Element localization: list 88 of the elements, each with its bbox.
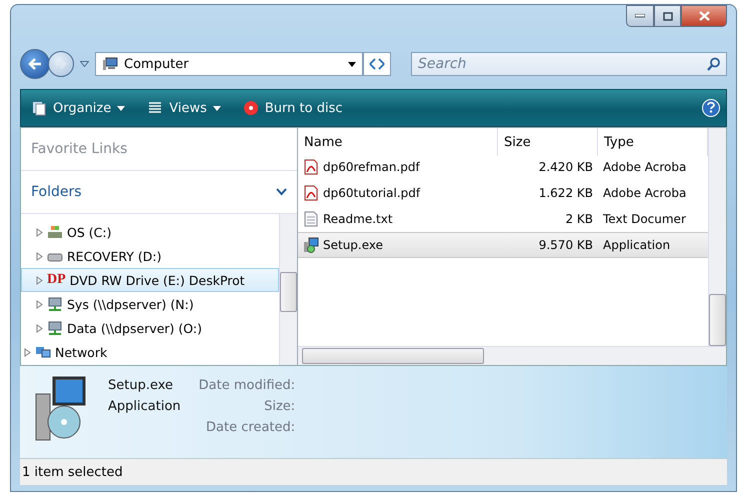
- network-drive-icon: [47, 296, 63, 312]
- address-bar[interactable]: Computer: [95, 52, 363, 76]
- expand-arrow-icon: [24, 348, 31, 356]
- folder-tree-item[interactable]: Data (\\dpserver) (O:): [21, 316, 279, 340]
- refresh-arrows-icon: [369, 58, 385, 70]
- file-size-cell-text: 1.622 KB: [538, 185, 594, 202]
- pdf-file-icon: [303, 185, 319, 201]
- close-button[interactable]: [681, 5, 727, 27]
- network-drive-icon: [47, 320, 63, 336]
- toolbar-button[interactable]: Burn to disc: [238, 98, 346, 118]
- folder-tree-item[interactable]: Sys (\\dpserver) (N:): [21, 292, 279, 316]
- file-name-cell[interactable]: dp60tutorial.pdf: [298, 180, 498, 206]
- expand-arrow-icon: [36, 252, 43, 260]
- file-size-cell-text: 2.420 KB: [538, 159, 594, 176]
- file-size-cell-text: 2 KB: [564, 211, 594, 228]
- folder-label: Data (\\dpserver) (O:): [67, 320, 202, 336]
- forward-arrow-icon: [55, 59, 67, 69]
- property-label: Size:: [264, 399, 296, 414]
- vertical-scrollbar[interactable]: [708, 128, 726, 346]
- minimize-icon: [635, 14, 645, 18]
- search-icon: [707, 57, 721, 71]
- pdf-file-icon: [303, 159, 319, 175]
- file-size-cell: 9.570 KB: [498, 232, 598, 258]
- folder-label: Network: [55, 344, 108, 360]
- file-type-cell-text: Adobe Acroba: [602, 159, 688, 176]
- minimize-button[interactable]: [626, 5, 654, 27]
- caret-icon: [348, 62, 356, 66]
- folder-label: OS (C:): [67, 224, 112, 240]
- back-arrow-icon: [27, 57, 43, 71]
- column-header[interactable]: Name: [298, 128, 498, 156]
- expand-arrow-icon: [36, 300, 43, 308]
- back-button[interactable]: [20, 49, 50, 79]
- file-name-cell[interactable]: Readme.txt: [298, 206, 498, 232]
- drive-icon: [47, 224, 63, 240]
- property-label: Date created:: [206, 420, 296, 435]
- expand-arrow-icon: [36, 276, 43, 284]
- property-label: Date modified:: [198, 378, 296, 393]
- list-view-icon: [147, 100, 164, 116]
- file-type-cell-text: Adobe Acroba: [602, 185, 688, 202]
- pages-icon: [31, 100, 47, 116]
- file-type: Application: [108, 399, 181, 414]
- caret-icon: [212, 106, 221, 110]
- folder-tree-item[interactable]: OS (C:): [21, 220, 279, 244]
- file-name-cell[interactable]: dp60refman.pdf: [298, 154, 498, 180]
- maximize-icon: [662, 12, 672, 20]
- refresh-button[interactable]: [363, 52, 391, 76]
- file-name: Readme.txt: [323, 212, 393, 226]
- chevron-down-icon: [276, 188, 287, 196]
- dp-logo: DP: [47, 272, 66, 288]
- network-icon: [35, 344, 51, 360]
- toolbar-button[interactable]: Views: [143, 98, 225, 118]
- maximize-button[interactable]: [654, 5, 681, 27]
- file-name-cell[interactable]: Setup.exe: [298, 232, 498, 258]
- vertical-scrollbar[interactable]: [279, 214, 297, 365]
- file-type-cell: Application: [598, 232, 708, 258]
- help-icon: [706, 100, 716, 112]
- text-file-icon: [303, 211, 319, 227]
- folder-label: RECOVERY (D:): [67, 248, 162, 264]
- expand-arrow-icon: [36, 228, 43, 236]
- folder-label: Sys (\\dpserver) (N:): [67, 296, 194, 312]
- scroll-thumb[interactable]: [280, 272, 297, 312]
- file-name: Setup.exe: [108, 378, 174, 393]
- computer-icon: [102, 56, 118, 72]
- folder-tree-item[interactable]: RECOVERY (D:): [21, 244, 279, 268]
- installer-icon: [303, 237, 319, 253]
- disc-icon: [242, 100, 259, 116]
- forward-button[interactable]: [48, 51, 74, 77]
- column-header[interactable]: Size: [498, 128, 598, 156]
- status-text: 1 item selected: [22, 464, 123, 480]
- address-text: Computer: [124, 56, 190, 72]
- search-field[interactable]: Search: [411, 52, 727, 76]
- file-name: dp60refman.pdf: [323, 160, 420, 174]
- folder-tree-item[interactable]: DP DVD RW Drive (E:) DeskProt: [21, 268, 279, 292]
- file-name: Setup.exe: [323, 238, 384, 252]
- expand-arrow-icon: [36, 324, 43, 332]
- caret-icon: [117, 106, 126, 110]
- close-icon: [698, 11, 710, 21]
- dropdown-arrow-icon: [80, 61, 89, 67]
- file-name: dp60tutorial.pdf: [323, 186, 420, 200]
- folder-label: DVD RW Drive (E:) DeskProt: [70, 272, 245, 288]
- folder-tree-item[interactable]: Network: [21, 340, 279, 364]
- help-button[interactable]: [702, 99, 720, 117]
- scroll-thumb[interactable]: [302, 348, 484, 364]
- scroll-thumb[interactable]: [709, 294, 726, 346]
- horizontal-scrollbar[interactable]: [298, 346, 726, 365]
- folders-heading[interactable]: Folders: [31, 184, 82, 200]
- file-type-cell-text: Text Documer: [602, 211, 687, 228]
- toolbar-button[interactable]: Organize: [27, 98, 130, 118]
